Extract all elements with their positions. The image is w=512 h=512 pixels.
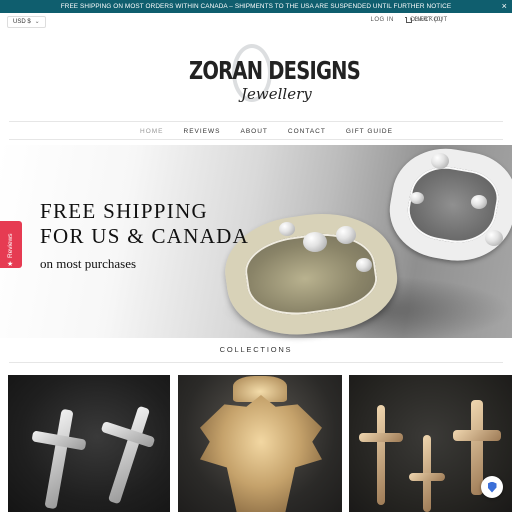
ring-bead bbox=[279, 222, 295, 236]
hero-subtitle: on most purchases bbox=[40, 256, 137, 271]
hero-title-line1: FREE SHIPPING bbox=[40, 199, 209, 223]
shield-widget-button[interactable] bbox=[481, 476, 503, 498]
silver-cross-image bbox=[107, 405, 151, 505]
logo-title: ZORAN DESIGNS bbox=[189, 56, 361, 85]
collections-heading: COLLECTIONS bbox=[219, 345, 293, 354]
nav-item-about[interactable]: ABOUT bbox=[240, 128, 267, 135]
ring-bead bbox=[336, 226, 356, 244]
silver-cross-image bbox=[44, 408, 74, 510]
ring-bead bbox=[471, 195, 487, 209]
logo-script: Jewellery bbox=[241, 85, 312, 103]
hero-title: FREE SHIPPING FOR US & CANADA bbox=[40, 199, 249, 249]
gold-cross-image bbox=[409, 473, 445, 481]
gold-cross-image bbox=[453, 430, 501, 441]
star-icon: ★ bbox=[7, 261, 14, 268]
main-nav: HOME REVIEWS ABOUT CONTACT GIFT GUIDE bbox=[9, 121, 503, 140]
reviews-tab-label: Reviews bbox=[7, 233, 14, 258]
login-link[interactable]: LOG IN bbox=[371, 17, 394, 23]
gold-cross-image bbox=[377, 405, 385, 505]
collection-tile-crosses-silver[interactable] bbox=[8, 375, 170, 512]
chevron-down-icon: ⌄ bbox=[34, 19, 40, 25]
ring-bead bbox=[485, 230, 503, 246]
nav-item-contact[interactable]: CONTACT bbox=[288, 128, 326, 135]
reviews-tab[interactable]: Reviews ★ bbox=[0, 221, 22, 268]
ring-bead bbox=[356, 258, 372, 272]
nav-item-home[interactable]: HOME bbox=[140, 128, 164, 135]
nav-item-gift-guide[interactable]: GIFT GUIDE bbox=[346, 128, 393, 135]
site-logo[interactable]: ZORAN DESIGNS Jewellery bbox=[175, 38, 361, 108]
hero-title-line2: FOR US & CANADA bbox=[40, 224, 250, 248]
ring-bead bbox=[303, 232, 327, 252]
nav-item-reviews[interactable]: REVIEWS bbox=[184, 128, 221, 135]
ring-bead bbox=[410, 192, 424, 204]
shield-icon bbox=[487, 481, 497, 493]
currency-selector[interactable]: USD $ ⌄ bbox=[7, 16, 46, 28]
checkout-link[interactable]: CHECKOUT bbox=[410, 17, 448, 23]
section-divider bbox=[9, 362, 503, 363]
gold-cross-image bbox=[471, 400, 483, 495]
gold-cross-image bbox=[359, 433, 403, 442]
utility-bar: USD $ ⌄ LOG IN CART (0) CHECKOUT bbox=[0, 13, 512, 31]
ring-bead bbox=[431, 153, 449, 169]
currency-value: USD $ bbox=[13, 19, 31, 25]
announcement-text: FREE SHIPPING ON MOST ORDERS WITHIN CANA… bbox=[60, 3, 452, 10]
close-icon[interactable]: × bbox=[502, 0, 507, 13]
announcement-bar: FREE SHIPPING ON MOST ORDERS WITHIN CANA… bbox=[0, 0, 512, 13]
